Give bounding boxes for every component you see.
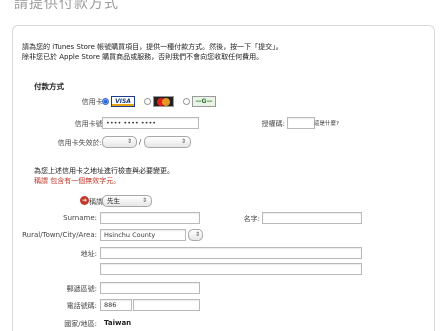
expiry-year-select[interactable]: ⇕: [144, 136, 191, 148]
jcb-logo-icon: —G—: [192, 96, 216, 107]
title-select[interactable]: 先生 ⇕: [102, 195, 152, 207]
surname-label: Surname:: [63, 214, 97, 222]
region-input[interactable]: Hsinchu County: [100, 229, 186, 241]
title-select-value: 先生: [107, 197, 120, 205]
expiry-month-select[interactable]: ⇕: [102, 136, 137, 148]
country-label: 國家/地區:: [64, 320, 97, 328]
chevron-down-icon: ⇕: [126, 138, 132, 145]
card-type-label: 信用卡:: [81, 98, 105, 106]
error-icon: ➜: [80, 196, 89, 205]
visa-logo-icon: VISA: [111, 96, 135, 107]
given-name-input[interactable]: [262, 212, 362, 224]
chevron-down-icon: ⇕: [194, 231, 200, 238]
radio-jcb[interactable]: [183, 98, 190, 105]
address-line-2-input[interactable]: [100, 263, 362, 275]
auth-code-label: 授權碼:: [261, 120, 285, 128]
billing-note: 為您上述信用卡之地址進行檢查與必要變更。: [34, 167, 174, 175]
card-number-label: 信用卡號:: [74, 120, 105, 128]
intro-line-2: 除非您已於 Apple Store 購買商品或服務，否則我們不會向您收取任何費用…: [22, 53, 264, 61]
postal-input[interactable]: [100, 282, 200, 294]
phone-prefix-input[interactable]: 886: [100, 299, 132, 311]
surname-input[interactable]: [100, 212, 200, 224]
auth-code-help-link[interactable]: 這是什麼?: [314, 119, 339, 127]
expiry-separator: /: [138, 138, 142, 146]
postal-label: 郵遞區號:: [66, 285, 97, 293]
region-label: Rural/Town/City/Area:: [22, 231, 97, 239]
phone-label: 電話號碼:: [66, 302, 97, 310]
region-select[interactable]: ⇕: [188, 229, 203, 241]
card-number-input[interactable]: •••• •••• ••••: [102, 117, 199, 129]
intro-line-1: 請為您的 iTunes Store 帳號購買項目，提供一種付款方式。然後，按一下…: [22, 43, 283, 51]
page-title: 請提供付款方式: [14, 0, 119, 12]
auth-code-input[interactable]: [287, 117, 315, 129]
payment-page: 請提供付款方式 請為您的 iTunes Store 帳號購買項目，提供一種付款方…: [0, 0, 448, 331]
title-label: 稱謂:: [89, 198, 106, 206]
intro-text: 請為您的 iTunes Store 帳號購買項目，提供一種付款方式。然後，按一下…: [22, 42, 283, 62]
radio-mastercard[interactable]: [144, 98, 151, 105]
radio-visa[interactable]: [102, 98, 109, 105]
address-line-1-input[interactable]: [100, 247, 362, 259]
country-value: Taiwan: [104, 319, 132, 327]
payment-section-title: 付款方式: [34, 82, 64, 91]
expiry-label: 信用卡失效於:: [57, 139, 102, 147]
address-label: 地址:: [80, 250, 97, 258]
chevron-down-icon: ⇕: [141, 197, 147, 204]
billing-error: 稱謂 包含有一個無效字元。: [34, 177, 121, 185]
mastercard-logo-icon: [153, 96, 174, 107]
given-name-label: 名字:: [243, 215, 260, 223]
chevron-down-icon: ⇕: [180, 138, 186, 145]
phone-number-input[interactable]: [133, 299, 200, 311]
